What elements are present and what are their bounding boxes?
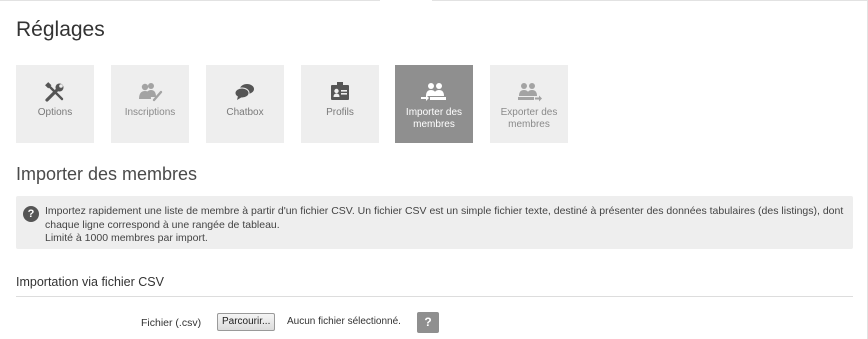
help-button[interactable]: ? bbox=[417, 312, 439, 333]
import-section-title: Importation via fichier CSV bbox=[16, 275, 164, 289]
top-border bbox=[0, 0, 868, 1]
users-pen-icon bbox=[111, 81, 189, 103]
page-title: Réglages bbox=[16, 18, 105, 41]
tile-exporter-membres-label: Exporter des membres bbox=[500, 107, 558, 130]
tile-inscriptions[interactable]: Inscriptions bbox=[111, 65, 189, 143]
tile-profils-label: Profils bbox=[326, 107, 354, 118]
tile-importer-membres-label: Importer des membres bbox=[405, 107, 463, 130]
info-box: ? Importez rapidement une liste de membr… bbox=[16, 196, 853, 249]
tile-profils[interactable]: Profils bbox=[301, 65, 379, 143]
question-icon: ? bbox=[23, 206, 39, 222]
tile-options[interactable]: Options bbox=[16, 65, 94, 143]
file-field-label: Fichier (.csv) bbox=[141, 317, 202, 329]
divider bbox=[16, 296, 853, 297]
info-text: Importez rapidement une liste de membre … bbox=[45, 205, 849, 246]
speech-bubbles-icon bbox=[206, 81, 284, 103]
info-line-2: Limité à 1000 membres par import. bbox=[45, 232, 208, 244]
tile-options-label: Options bbox=[37, 107, 73, 118]
id-card-icon bbox=[301, 81, 379, 103]
top-border-gap bbox=[380, 0, 432, 1]
tile-chatbox[interactable]: Chatbox bbox=[206, 65, 284, 143]
info-line-1: Importez rapidement une liste de membre … bbox=[45, 205, 844, 231]
file-status-text: Aucun fichier sélectionné. bbox=[287, 316, 401, 327]
tile-exporter-membres[interactable]: Exporter des membres bbox=[490, 65, 568, 143]
tile-importer-membres[interactable]: Importer des membres bbox=[395, 65, 473, 143]
tools-icon bbox=[16, 81, 94, 103]
tile-inscriptions-label: Inscriptions bbox=[124, 107, 176, 118]
section-title: Importer des membres bbox=[16, 164, 198, 184]
browse-button[interactable]: Parcourir... bbox=[217, 313, 276, 331]
import-users-icon bbox=[395, 81, 473, 103]
export-users-icon bbox=[490, 81, 568, 103]
tile-chatbox-label: Chatbox bbox=[226, 107, 264, 118]
